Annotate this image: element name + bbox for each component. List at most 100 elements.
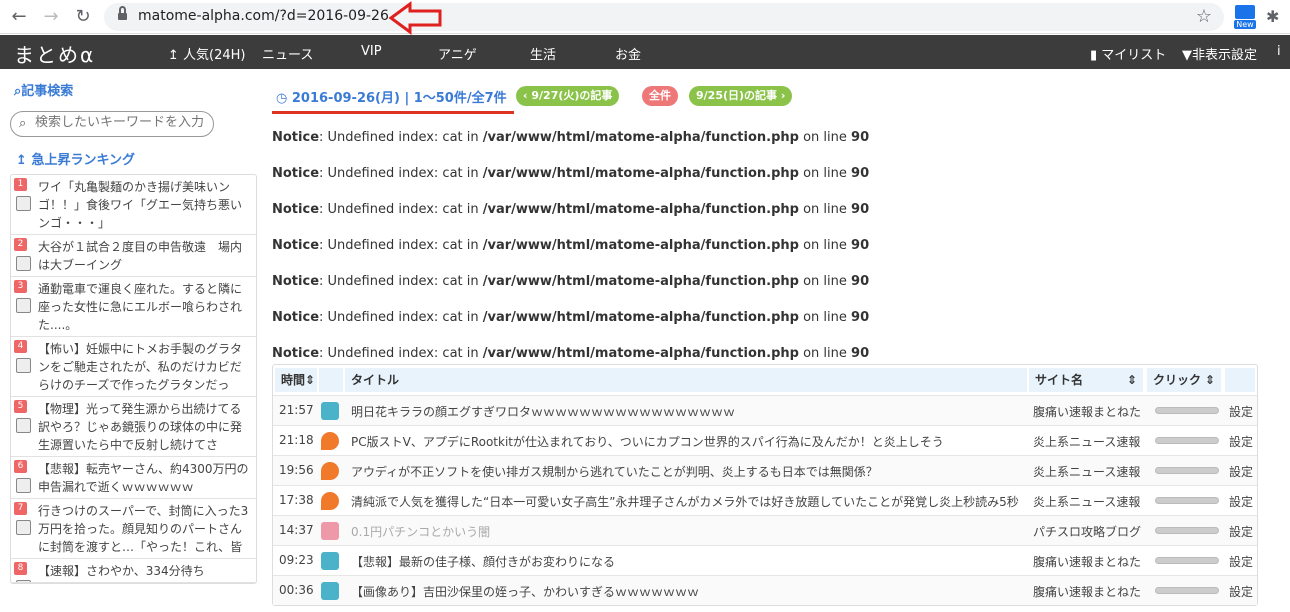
date-heading: ◷ 2016-09-26(月) | 1〜50件/全7件	[276, 91, 507, 106]
nav-news[interactable]: ニュース	[262, 44, 313, 63]
red-arrow-annotation-icon	[388, 1, 442, 35]
thumbnail-icon	[16, 580, 31, 582]
rank-number: 3	[14, 280, 27, 293]
row-title-link[interactable]: 清純派で人気を獲得した“日本一可愛い女子高生”永井理子さんがカメラ外では好き放題…	[351, 493, 1029, 510]
mylist-link[interactable]: ▮ マイリスト	[1090, 44, 1166, 63]
php-notice-line: Notice: Undefined index: cat in /var/www…	[272, 166, 870, 181]
row-time: 00:36	[279, 583, 314, 597]
forward-arrow-icon[interactable]: →	[40, 6, 62, 28]
browser-toolbar: ← → ↻ matome-alpha.com/?d=2016-09-26 ☆ N…	[0, 0, 1290, 35]
php-notice-line: Notice: Undefined index: cat in /var/www…	[272, 202, 870, 217]
click-bar	[1155, 527, 1219, 534]
site-icon	[321, 432, 339, 450]
row-settings-link[interactable]: 設定	[1229, 403, 1253, 420]
ranking-item-text: 通勤電車で運良く座れた。すると隣に座った女性に急にエルボー喰らわされた....。	[38, 282, 243, 332]
th-click[interactable]: クリック ⇕	[1147, 368, 1221, 392]
th-time[interactable]: 時間⇕	[275, 368, 317, 392]
row-time: 17:38	[279, 493, 314, 507]
row-site-link[interactable]: 腹痛い速報まとねた	[1033, 583, 1151, 600]
row-site-link[interactable]: 炎上系ニュース速報	[1033, 463, 1151, 480]
row-settings-link[interactable]: 設定	[1229, 493, 1253, 510]
nav-life[interactable]: 生活	[530, 44, 556, 63]
row-title-link[interactable]: 【悲報】最新の佳子様、顔付きがお変わりになる	[351, 553, 1029, 570]
thumbnail-icon	[16, 298, 31, 313]
php-notice-line: Notice: Undefined index: cat in /var/www…	[272, 130, 870, 145]
magnifier-icon: ⌕	[19, 116, 27, 131]
row-settings-link[interactable]: 設定	[1229, 553, 1253, 570]
row-title-link[interactable]: 【画像あり】吉田沙保里の姪っ子、かわいすぎるｗｗｗｗｗｗｗ	[351, 583, 1029, 600]
address-bar[interactable]: matome-alpha.com/?d=2016-09-26 ☆	[104, 3, 1224, 31]
ranking-item[interactable]: 5 【物理】光って発生源から出続けてる訳やろ？じゃあ鏡張りの球体の中に発生源置いた…	[11, 397, 256, 457]
bookmark-star-icon[interactable]: ☆	[1196, 6, 1212, 27]
next-day-button[interactable]: 9/25(日)の記事 ›	[689, 86, 793, 106]
row-time: 21:57	[279, 403, 314, 417]
extension-new-icon[interactable]: New	[1234, 5, 1256, 29]
row-site-link[interactable]: 腹痛い速報まとねた	[1033, 403, 1151, 420]
table-row[interactable]: 14:37 0.1円パチンコとかいう闇 パチスロ攻略ブログ 設定	[273, 515, 1257, 545]
ranking-item[interactable]: 6 【悲報】転売ヤーさん、約4300万円の申告漏れで逝くｗｗｗｗｗｗ	[11, 457, 256, 499]
row-time: 21:18	[279, 433, 314, 447]
row-title-link[interactable]: 明日花キララの顔エグすぎワロタｗｗｗｗｗｗｗｗｗｗｗｗｗｗｗｗｗ	[351, 403, 1029, 420]
ranking-item[interactable]: 4 【怖い】妊娠中にトメお手製のグラタンをご馳走されたが、私のだけカビだらけのチー…	[11, 337, 256, 397]
red-underline-annotation	[272, 111, 514, 114]
th-settings	[1225, 368, 1255, 392]
back-arrow-icon[interactable]: ←	[8, 6, 30, 28]
extensions-puzzle-icon[interactable]: ✱	[1266, 7, 1279, 26]
article-table: 時間⇕ タイトル サイト名 ⇕ クリック ⇕ 21:57 明日花キララの顔エグすぎワロ…	[272, 364, 1258, 606]
prev-day-button[interactable]: ‹ 9/27(火)の記事	[516, 86, 620, 106]
rank-number: 7	[14, 502, 27, 515]
search-box[interactable]: ⌕	[10, 111, 214, 137]
nav-popular[interactable]: ↥ 人気(24H)	[168, 44, 246, 63]
table-row[interactable]: 21:18 PC版ストV、アプデにRootkitが仕込まれており、ついにカプコン世…	[273, 425, 1257, 455]
ranking-item[interactable]: 7 行きつけのスーパーで、封筒に入った3万円を拾った。顔見知りのパートさんに封筒を…	[11, 499, 256, 559]
ranking-item[interactable]: 1 ワイ「丸亀製麺のかき揚げ美味いンゴ！！」食後ワイ「グエー気持ち悪いンゴ・・・」	[11, 175, 256, 235]
php-notice-line: Notice: Undefined index: cat in /var/www…	[272, 274, 870, 289]
table-row[interactable]: 21:57 明日花キララの顔エグすぎワロタｗｗｗｗｗｗｗｗｗｗｗｗｗｗｗｗｗ 腹痛い…	[273, 395, 1257, 425]
rank-number: 4	[14, 340, 27, 353]
rank-number: 8	[14, 562, 27, 575]
nav-vip[interactable]: VIP	[361, 44, 382, 59]
ranking-item-text: ワイ「丸亀製麺のかき揚げ美味いンゴ！！」食後ワイ「グエー気持ち悪いンゴ・・・」	[38, 180, 243, 230]
row-site-link[interactable]: 炎上系ニュース速報	[1033, 433, 1151, 450]
ranking-heading: ↥ 急上昇ランキング	[16, 153, 136, 168]
date-navigation: ◷ 2016-09-26(月) | 1〜50件/全7件 ‹ 9/27(火)の記事…	[272, 80, 1260, 114]
ranking-item[interactable]: 2 大谷が１試合２度目の申告敬遠 場内は大ブーイング	[11, 235, 256, 277]
table-row[interactable]: 19:56 アウディが不正ソフトを使い排ガス規制から逃れていたことが判明、炎上する…	[273, 455, 1257, 485]
th-title[interactable]: タイトル	[345, 368, 1027, 392]
url-text[interactable]: matome-alpha.com/?d=2016-09-26	[138, 8, 389, 24]
php-notice-line: Notice: Undefined index: cat in /var/www…	[272, 310, 870, 325]
info-icon[interactable]: i	[1277, 44, 1281, 59]
row-settings-link[interactable]: 設定	[1229, 523, 1253, 540]
row-site-link[interactable]: 腹痛い速報まとねた	[1033, 553, 1151, 570]
row-settings-link[interactable]: 設定	[1229, 433, 1253, 450]
table-row[interactable]: 17:38 清純派で人気を獲得した“日本一可愛い女子高生”永井理子さんがカメラ外で…	[273, 485, 1257, 515]
row-title-link[interactable]: 0.1円パチンコとかいう闇	[351, 523, 1029, 540]
table-row[interactable]: 09:23 【悲報】最新の佳子様、顔付きがお変わりになる 腹痛い速報まとねた 設定	[273, 545, 1257, 575]
ranking-item[interactable]: 8 【速報】さわやか、334分待ち	[11, 559, 256, 583]
lock-icon	[118, 6, 127, 21]
site-icon	[321, 492, 339, 510]
ranking-item-text: 【物理】光って発生源から出続けてる訳やろ？じゃあ鏡張りの球体の中に発生源置いたら…	[38, 402, 243, 452]
row-site-link[interactable]: 炎上系ニュース速報	[1033, 493, 1151, 510]
ranking-item[interactable]: 3 通勤電車で運良く座れた。すると隣に座った女性に急にエルボー喰らわされた....…	[11, 277, 256, 337]
table-row[interactable]: 00:36 【画像あり】吉田沙保里の姪っ子、かわいすぎるｗｗｗｗｗｗｗ 腹痛い速報ま…	[273, 575, 1257, 605]
hide-settings-link[interactable]: ▼非表示設定	[1182, 44, 1257, 63]
row-time: 14:37	[279, 523, 314, 537]
nav-money[interactable]: お金	[615, 44, 641, 63]
bookmark-icon: ▮	[1090, 48, 1098, 63]
row-site-link[interactable]: パチスロ攻略ブログ	[1033, 523, 1151, 540]
all-button[interactable]: 全件	[642, 86, 678, 106]
search-input[interactable]	[35, 115, 213, 130]
th-site[interactable]: サイト名 ⇕	[1029, 368, 1143, 392]
site-logo[interactable]: まとめα	[14, 39, 95, 68]
row-title-link[interactable]: アウディが不正ソフトを使い排ガス規制から逃れていたことが判明、炎上するも日本では…	[351, 463, 1029, 480]
reload-icon[interactable]: ↻	[72, 6, 94, 28]
clock-icon: ◷	[276, 91, 288, 106]
php-notice-line: Notice: Undefined index: cat in /var/www…	[272, 238, 870, 253]
row-title-link[interactable]: PC版ストV、アプデにRootkitが仕込まれており、ついにカプコン世界的スパイ…	[351, 433, 1029, 450]
row-settings-link[interactable]: 設定	[1229, 463, 1253, 480]
nav-anige[interactable]: アニゲ	[438, 44, 477, 63]
row-settings-link[interactable]: 設定	[1229, 583, 1253, 600]
thumbnail-icon	[16, 196, 31, 211]
ranking-item-text: 【速報】さわやか、334分待ち	[38, 564, 205, 578]
